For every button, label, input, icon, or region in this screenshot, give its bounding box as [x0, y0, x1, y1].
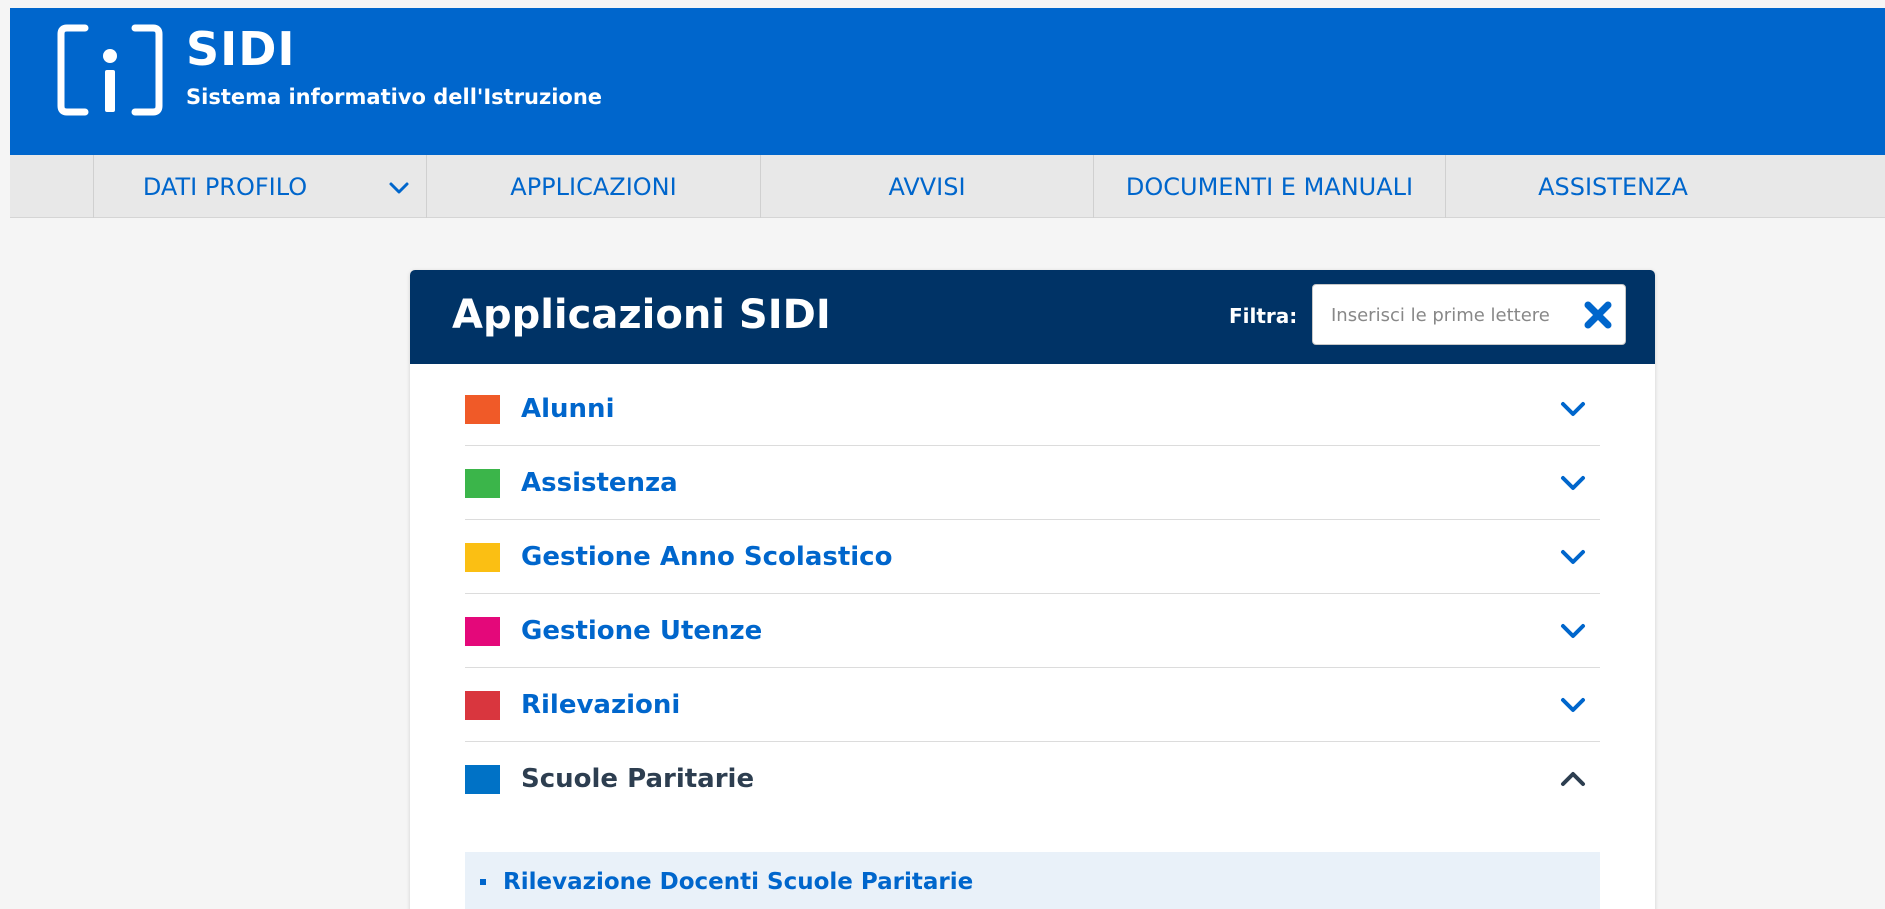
category-label: Gestione Utenze	[521, 616, 763, 646]
category-row-assistenza[interactable]: Assistenza	[465, 446, 1600, 520]
category-color-swatch	[465, 765, 500, 794]
chevron-up-icon[interactable]	[1559, 768, 1587, 790]
category-color-swatch	[465, 395, 500, 424]
nav-item-avvisi[interactable]: AVVISI	[760, 155, 1093, 218]
nav-item-label: APPLICAZIONI	[510, 172, 677, 201]
category-row-scuole-paritarie[interactable]: Scuole Paritarie	[465, 742, 1600, 816]
nav-item-applicazioni[interactable]: APPLICAZIONI	[426, 155, 760, 218]
category-row-gestione-utenze[interactable]: Gestione Utenze	[465, 594, 1600, 668]
category-label: Scuole Paritarie	[521, 764, 755, 794]
chevron-down-icon[interactable]	[1559, 398, 1587, 420]
main-nav: DATI PROFILO APPLICAZIONI AVVISI DOCUMEN…	[10, 155, 1885, 218]
nav-item-assistenza[interactable]: ASSISTENZA	[1445, 155, 1780, 218]
nav-item-dati-profilo[interactable]: DATI PROFILO	[93, 155, 426, 218]
filter-input[interactable]	[1331, 302, 1571, 328]
filter-label: Filtra:	[1229, 304, 1298, 328]
site-title[interactable]: SIDI	[186, 26, 296, 72]
site-header: SIDI Sistema informativo dell'Istruzione	[10, 8, 1885, 155]
nav-item-label: DATI PROFILO	[142, 172, 308, 201]
panel-header: Applicazioni SIDI Filtra:	[410, 270, 1655, 364]
chevron-down-icon[interactable]	[1559, 546, 1587, 568]
category-row-gestione-anno-scolastico[interactable]: Gestione Anno Scolastico	[465, 520, 1600, 594]
applications-panel: Applicazioni SIDI Filtra: Alunni Assiste…	[410, 270, 1655, 909]
nav-item-label: AVVISI	[888, 172, 966, 201]
category-label: Assistenza	[521, 468, 678, 498]
category-label: Gestione Anno Scolastico	[521, 542, 893, 572]
category-color-swatch	[465, 469, 500, 498]
category-row-rilevazioni[interactable]: Rilevazioni	[465, 668, 1600, 742]
category-row-alunni[interactable]: Alunni	[465, 372, 1600, 446]
nav-item-label: DOCUMENTI E MANUALI	[1125, 172, 1414, 201]
info-logo-icon[interactable]	[55, 20, 165, 120]
nav-item-label: ASSISTENZA	[1538, 172, 1688, 201]
bullet-icon	[480, 879, 486, 885]
site-subtitle: Sistema informativo dell'Istruzione	[186, 85, 603, 109]
category-color-swatch	[465, 543, 500, 572]
category-color-swatch	[465, 617, 500, 646]
list-item-rilevazione-docenti[interactable]: Rilevazione Docenti Scuole Paritarie	[465, 852, 1600, 909]
chevron-down-icon[interactable]	[1559, 472, 1587, 494]
sidi-page: SIDI Sistema informativo dell'Istruzione…	[10, 8, 1885, 909]
category-label: Rilevazioni	[521, 690, 681, 720]
panel-title: Applicazioni SIDI	[452, 292, 831, 338]
filter-field	[1312, 284, 1626, 345]
category-label: Alunni	[521, 394, 615, 424]
category-color-swatch	[465, 691, 500, 720]
subitem-label: Rilevazione Docenti Scuole Paritarie	[503, 869, 974, 895]
chevron-down-icon[interactable]	[1559, 620, 1587, 642]
chevron-down-icon	[389, 182, 409, 194]
nav-item-documenti-e-manuali[interactable]: DOCUMENTI E MANUALI	[1093, 155, 1445, 218]
close-icon[interactable]	[1583, 300, 1613, 330]
chevron-down-icon[interactable]	[1559, 694, 1587, 716]
